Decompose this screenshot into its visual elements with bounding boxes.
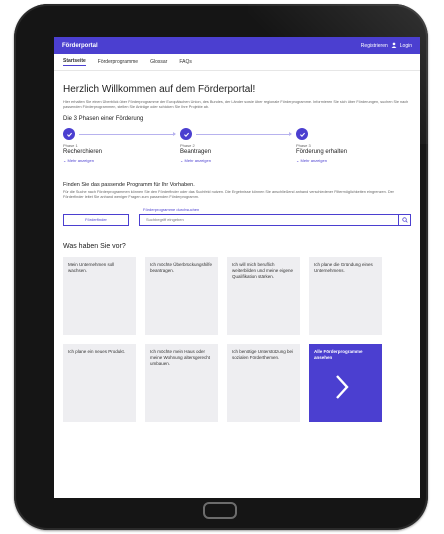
phase-more-label: Mehr anzeigen — [184, 158, 211, 164]
all-programs-card[interactable]: Alle Förderprogramme ansehen — [309, 343, 382, 422]
intent-card-product[interactable]: Ich plane ein neues Produkt. — [63, 343, 136, 422]
nav-faqs[interactable]: FAQs — [179, 59, 192, 65]
header-actions: Registrieren Login — [361, 42, 412, 50]
phase-name: Förderung erhalten — [296, 149, 348, 156]
check-icon — [180, 128, 192, 141]
phase-number: Phase 2 — [180, 143, 195, 149]
search-input[interactable] — [144, 216, 348, 223]
brand-logo[interactable]: Förderportal — [62, 43, 98, 49]
phase-number: Phase 3 — [296, 143, 311, 149]
find-title: Finden Sie das passende Programm für Ihr… — [63, 182, 195, 189]
phases-stepper: Phase 1 Recherchieren ⌄ Mehr anzeigen Ph… — [63, 128, 411, 178]
login-link[interactable]: Login — [400, 43, 412, 49]
phase-3: Phase 3 Förderung erhalten ⌄ Mehr anzeig… — [296, 128, 406, 163]
phase-more-link[interactable]: ⌄ Mehr anzeigen — [296, 158, 406, 163]
search-row: Förderfinder — [63, 213, 411, 226]
search-box — [139, 213, 411, 226]
intent-card-grow[interactable]: Mein Unternehmen soll wachsen. — [63, 256, 136, 335]
search-label: Förderprogramme durchsuchen — [143, 206, 200, 212]
phase-more-link[interactable]: ⌄ Mehr anzeigen — [180, 158, 290, 163]
register-link[interactable]: Registrieren — [361, 43, 388, 49]
chevron-down-icon: ⌄ — [180, 158, 184, 164]
user-icon — [391, 42, 397, 50]
phase-name: Recherchieren — [63, 149, 103, 156]
foerderfinder-button[interactable]: Förderfinder — [63, 213, 129, 226]
top-bar: Förderportal Registrieren Login — [54, 37, 420, 54]
nav-startseite[interactable]: Startseite — [63, 58, 86, 66]
nav-glossar[interactable]: Glossar — [150, 59, 167, 65]
find-text: Für die Suche nach Förderprogrammen könn… — [63, 190, 394, 200]
intent-grid: Mein Unternehmen soll wachsen. Ich möcht… — [63, 256, 411, 422]
phase-2: Phase 2 Beantragen ⌄ Mehr anzeigen — [180, 128, 290, 163]
section-title: Was haben Sie vor? — [63, 242, 126, 250]
check-icon — [63, 128, 75, 141]
phase-more-link[interactable]: ⌄ Mehr anzeigen — [63, 158, 173, 163]
chevron-right-icon — [333, 374, 351, 402]
phase-more-label: Mehr anzeigen — [67, 158, 94, 164]
intent-card-social[interactable]: Ich benötige Unterstützung bei sozialen … — [227, 343, 300, 422]
main-nav: Startseite Förderprogramme Glossar FAQs — [54, 54, 420, 71]
phase-name: Beantragen — [180, 149, 212, 156]
search-icon[interactable] — [398, 214, 410, 225]
screen: Förderportal Registrieren Login Startsei… — [54, 37, 420, 498]
phases-title: Die 3 Phasen einer Förderung — [63, 116, 144, 123]
intent-card-founding[interactable]: Ich plane die Gründung eines Unternehmen… — [309, 256, 382, 335]
intro-text: Hier erhalten Sie einen Überblick über F… — [63, 100, 409, 110]
nav-foerderprogramme[interactable]: Förderprogramme — [98, 59, 138, 65]
home-button[interactable] — [203, 502, 237, 519]
phase-1: Phase 1 Recherchieren ⌄ Mehr anzeigen — [63, 128, 173, 163]
intent-card-training[interactable]: Ich will mich beruflich weiterbilden und… — [227, 256, 300, 335]
chevron-down-icon: ⌄ — [296, 158, 300, 164]
main-content: Herzlich Willkommen auf dem Förderportal… — [54, 84, 420, 422]
intent-card-housing[interactable]: Ich möchte mein Haus oder meine Wohnung … — [145, 343, 218, 422]
phase-more-label: Mehr anzeigen — [300, 158, 327, 164]
page-title: Herzlich Willkommen auf dem Förderportal… — [63, 84, 256, 95]
check-icon — [296, 128, 308, 141]
phase-number: Phase 1 — [63, 143, 78, 149]
intent-card-bridge-aid[interactable]: Ich möchte Überbrückungshilfe beantragen… — [145, 256, 218, 335]
tablet-frame: Förderportal Registrieren Login Startsei… — [14, 4, 428, 530]
all-programs-label: Alle Förderprogramme ansehen — [314, 348, 363, 360]
chevron-down-icon: ⌄ — [63, 158, 67, 164]
